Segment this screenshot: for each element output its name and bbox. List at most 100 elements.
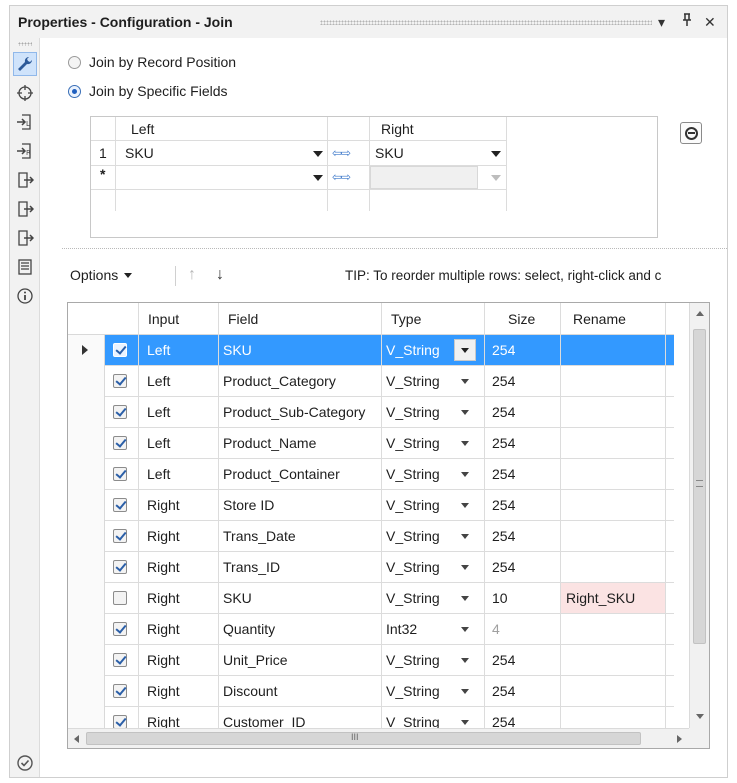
field-column-header[interactable]: Field xyxy=(228,311,258,327)
table-row[interactable]: Right Trans_ID V_String 254 xyxy=(68,552,674,583)
type-dropdown-icon[interactable] xyxy=(461,596,469,601)
size-cell[interactable]: 10 xyxy=(492,590,508,606)
join-left-field-select[interactable]: SKU xyxy=(125,141,154,165)
size-cell[interactable]: 254 xyxy=(492,559,515,575)
type-cell[interactable]: V_String xyxy=(386,342,440,358)
join-right-dropdown-icon[interactable] xyxy=(491,151,501,157)
row-header[interactable] xyxy=(68,583,105,614)
join-left-dropdown-icon[interactable] xyxy=(313,151,323,157)
table-row[interactable]: Right SKU V_String 10 Right_SKU xyxy=(68,583,674,614)
join-by-fields-option[interactable]: Join by Specific Fields xyxy=(68,83,228,99)
size-column-header[interactable]: Size xyxy=(508,311,535,327)
type-cell[interactable]: Int32 xyxy=(386,621,417,637)
size-cell[interactable]: 254 xyxy=(492,528,515,544)
field-select-checkbox[interactable] xyxy=(113,343,127,357)
vertical-scrollbar[interactable] xyxy=(689,303,709,728)
field-select-checkbox[interactable] xyxy=(113,560,127,574)
type-dropdown-icon[interactable] xyxy=(461,627,469,632)
type-dropdown-icon[interactable] xyxy=(461,379,469,384)
row-header[interactable] xyxy=(68,645,105,676)
type-cell[interactable]: V_String xyxy=(386,590,440,606)
size-cell[interactable]: 254 xyxy=(492,373,515,389)
type-cell[interactable]: V_String xyxy=(386,466,440,482)
rename-column-header[interactable]: Rename xyxy=(573,311,626,327)
table-row[interactable]: Left Product_Category V_String 254 xyxy=(68,366,674,397)
size-cell[interactable]: 254 xyxy=(492,652,515,668)
field-select-checkbox[interactable] xyxy=(113,622,127,636)
scroll-down-icon[interactable] xyxy=(696,714,704,719)
title-grip[interactable] xyxy=(320,20,652,25)
horizontal-scrollbar[interactable]: III xyxy=(68,728,690,748)
join-new-left-dropdown-icon[interactable] xyxy=(313,175,323,181)
field-select-checkbox[interactable] xyxy=(113,653,127,667)
type-cell[interactable]: V_String xyxy=(386,435,440,451)
table-row[interactable]: Right Trans_Date V_String 254 xyxy=(68,521,674,552)
field-select-checkbox[interactable] xyxy=(113,529,127,543)
size-cell[interactable]: 254 xyxy=(492,466,515,482)
type-cell[interactable]: V_String xyxy=(386,404,440,420)
move-up-icon[interactable]: ↑ xyxy=(188,266,196,284)
field-select-checkbox[interactable] xyxy=(113,467,127,481)
crosshair-icon[interactable] xyxy=(13,81,37,105)
field-select-checkbox[interactable] xyxy=(113,374,127,388)
row-header[interactable] xyxy=(68,490,105,521)
output-join-icon[interactable] xyxy=(13,168,37,192)
row-header[interactable] xyxy=(68,614,105,645)
table-row[interactable]: Right Store ID V_String 254 xyxy=(68,490,674,521)
type-cell[interactable]: V_String xyxy=(386,559,440,575)
input-right-icon[interactable]: R xyxy=(13,139,37,163)
type-column-header[interactable]: Type xyxy=(391,311,421,327)
input-left-icon[interactable]: L xyxy=(13,110,37,134)
field-select-checkbox[interactable] xyxy=(113,436,127,450)
type-dropdown-icon[interactable] xyxy=(461,503,469,508)
annotation-icon[interactable] xyxy=(13,255,37,279)
join-by-fields-radio[interactable] xyxy=(68,84,81,98)
type-cell[interactable]: V_String xyxy=(386,652,440,668)
type-dropdown-icon[interactable] xyxy=(461,441,469,446)
type-dropdown-icon[interactable] xyxy=(461,472,469,477)
row-header[interactable] xyxy=(68,366,105,397)
size-cell[interactable]: 254 xyxy=(492,497,515,513)
type-cell[interactable]: V_String xyxy=(386,683,440,699)
field-select-checkbox[interactable] xyxy=(113,498,127,512)
rename-cell[interactable]: Right_SKU xyxy=(566,590,635,606)
join-by-position-option[interactable]: Join by Record Position xyxy=(68,54,236,70)
size-cell[interactable]: 254 xyxy=(492,404,515,420)
type-cell[interactable]: V_String xyxy=(386,528,440,544)
field-select-checkbox[interactable] xyxy=(113,684,127,698)
output-left-icon[interactable] xyxy=(13,197,37,221)
pin-icon[interactable] xyxy=(681,12,693,32)
info-icon[interactable] xyxy=(13,284,37,308)
row-header[interactable] xyxy=(68,552,105,583)
field-select-checkbox[interactable] xyxy=(113,405,127,419)
scroll-right-icon[interactable] xyxy=(677,735,682,743)
row-header[interactable] xyxy=(68,335,105,366)
row-header[interactable] xyxy=(68,428,105,459)
table-row[interactable]: Right Unit_Price V_String 254 xyxy=(68,645,674,676)
input-column-header[interactable]: Input xyxy=(148,311,179,327)
vertical-scroll-thumb[interactable] xyxy=(693,329,706,644)
size-cell[interactable]: 254 xyxy=(492,683,515,699)
type-dropdown-icon[interactable] xyxy=(461,720,469,725)
table-row[interactable]: Right Discount V_String 254 xyxy=(68,676,674,707)
remove-join-button[interactable] xyxy=(680,122,702,144)
type-dropdown-icon[interactable] xyxy=(461,689,469,694)
field-select-checkbox[interactable] xyxy=(113,591,127,605)
type-dropdown-icon[interactable] xyxy=(461,565,469,570)
scroll-up-icon[interactable] xyxy=(696,311,704,316)
type-dropdown-icon[interactable] xyxy=(461,534,469,539)
move-down-icon[interactable]: ↓ xyxy=(216,266,224,284)
type-cell[interactable]: V_String xyxy=(386,373,440,389)
row-header[interactable] xyxy=(68,459,105,490)
wrench-icon[interactable] xyxy=(13,52,37,76)
size-cell[interactable]: 254 xyxy=(492,435,515,451)
type-dropdown-icon[interactable] xyxy=(461,410,469,415)
check-circle-icon[interactable] xyxy=(16,754,34,772)
table-row[interactable]: Right Quantity Int32 4 xyxy=(68,614,674,645)
size-cell[interactable]: 4 xyxy=(492,621,500,637)
row-header[interactable] xyxy=(68,397,105,428)
field-select-checkbox[interactable] xyxy=(113,715,127,729)
table-row[interactable]: Left Product_Name V_String 254 xyxy=(68,428,674,459)
horizontal-scroll-thumb[interactable]: III xyxy=(86,732,641,745)
type-cell[interactable]: V_String xyxy=(386,497,440,513)
